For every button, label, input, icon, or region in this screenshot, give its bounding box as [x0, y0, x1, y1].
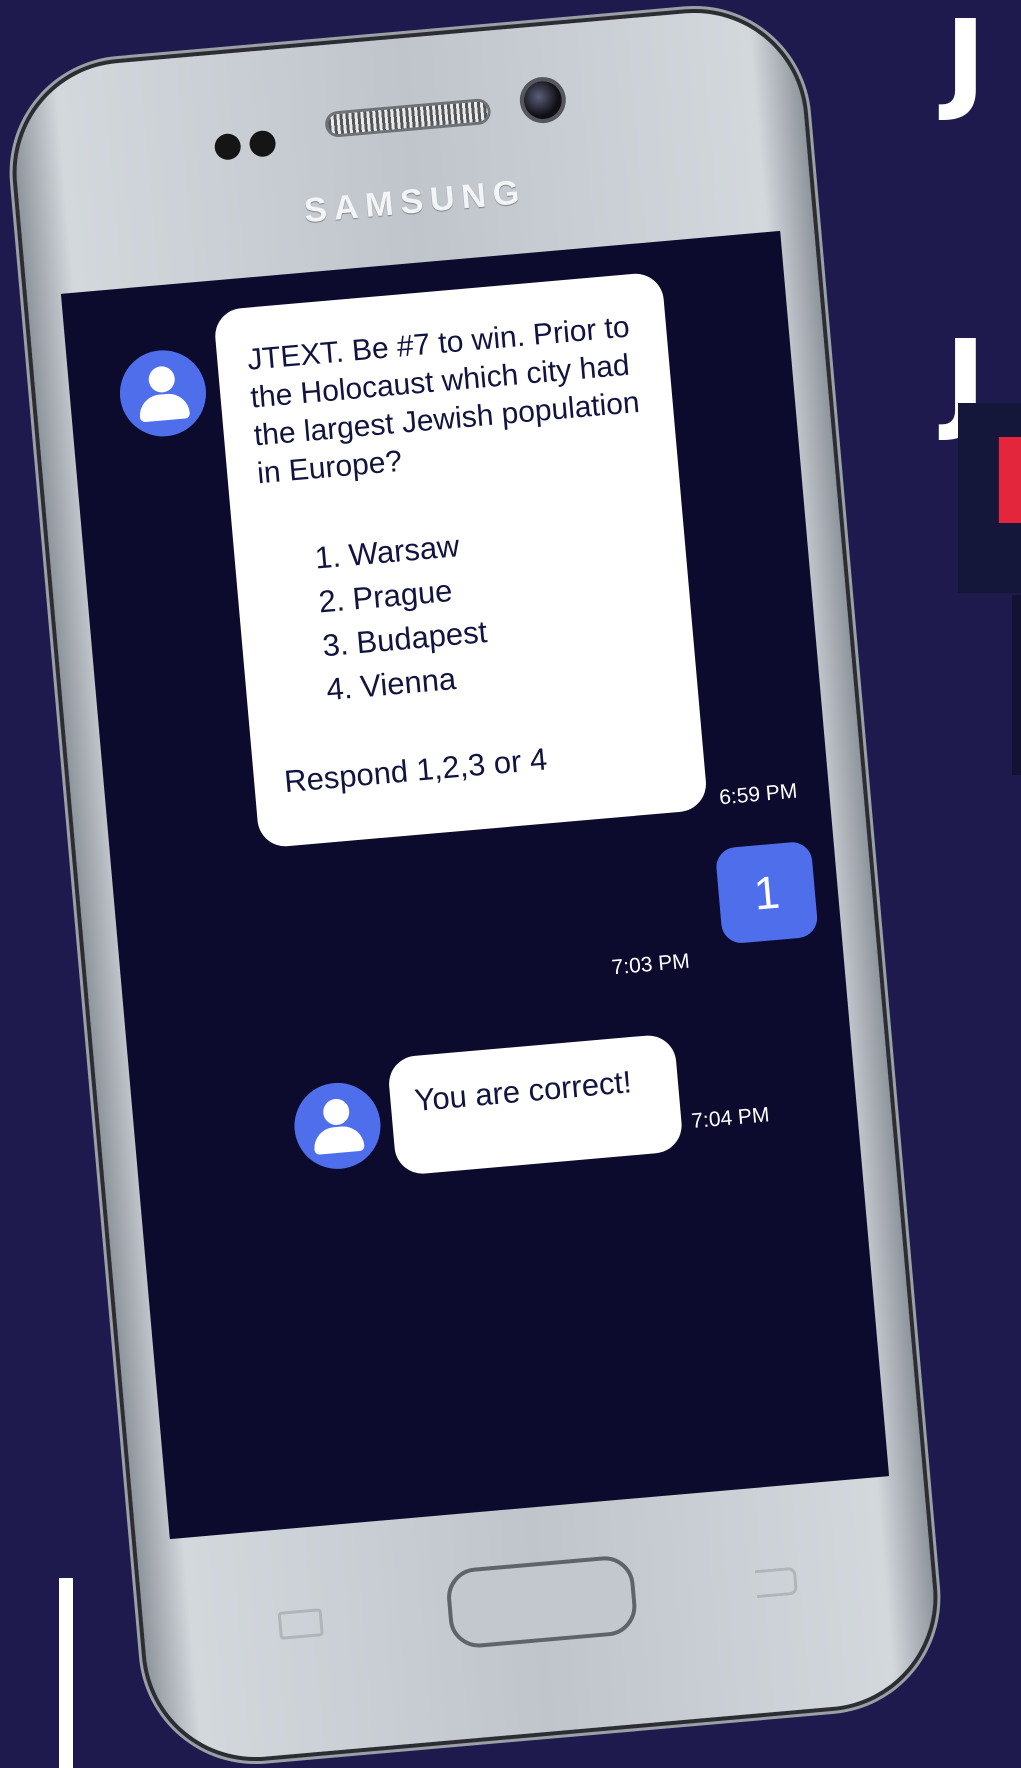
confirmation-text: You are correct!	[413, 1064, 633, 1119]
option-label: Budapest	[354, 614, 489, 661]
phone-screen: JTEXT. Be #7 to win. Prior to the Holoca…	[60, 230, 890, 1540]
home-button[interactable]	[444, 1553, 639, 1650]
answer-options-list: 1. Warsaw 2. Prague 3. Budapest 4. Vienna	[313, 507, 667, 712]
message-timestamp: 6:59 PM	[718, 779, 799, 810]
option-label: Warsaw	[347, 528, 461, 573]
background-letter-top: J	[945, 0, 986, 124]
user-icon-head	[147, 365, 176, 394]
reply-bubble[interactable]: 1	[714, 840, 819, 945]
option-number: 2.	[317, 582, 347, 620]
recent-apps-icon[interactable]	[277, 1608, 324, 1640]
question-text: JTEXT. Be #7 to win. Prior to the Holoca…	[245, 310, 641, 491]
option-label: Prague	[351, 572, 454, 617]
respond-instructions: Respond 1,2,3 or 4	[282, 741, 549, 800]
earpiece-speaker	[327, 100, 489, 135]
option-label: Vienna	[358, 660, 458, 705]
sensor-left-icon	[213, 132, 242, 161]
background-red-letter: F	[988, 423, 1021, 541]
background-red-panel: F	[958, 403, 1021, 593]
user-icon-head	[322, 1097, 351, 1127]
user-icon	[290, 1079, 385, 1173]
background-dark-panel	[1012, 595, 1021, 775]
user-icon-body	[138, 392, 191, 423]
message-row-question: JTEXT. Be #7 to win. Prior to the Holoca…	[61, 231, 833, 892]
message-timestamp: 7:03 PM	[610, 949, 691, 980]
question-bubble: JTEXT. Be #7 to win. Prior to the Holoca…	[212, 271, 709, 849]
user-icon	[116, 346, 210, 440]
sensor-right-icon	[248, 129, 277, 158]
phone-device: SAMSUNG JTEXT. Be #7 to win. Prior to th…	[7, 3, 943, 1767]
front-camera-icon	[522, 79, 564, 121]
option-number: 3.	[321, 626, 350, 664]
option-number: 1.	[313, 538, 343, 576]
decorative-white-bar	[59, 1578, 73, 1768]
message-timestamp: 7:04 PM	[690, 1103, 771, 1133]
user-icon-body	[312, 1124, 365, 1155]
back-icon[interactable]	[754, 1566, 799, 1599]
option-number: 4.	[324, 670, 354, 708]
confirmation-bubble: You are correct!	[386, 1033, 684, 1176]
